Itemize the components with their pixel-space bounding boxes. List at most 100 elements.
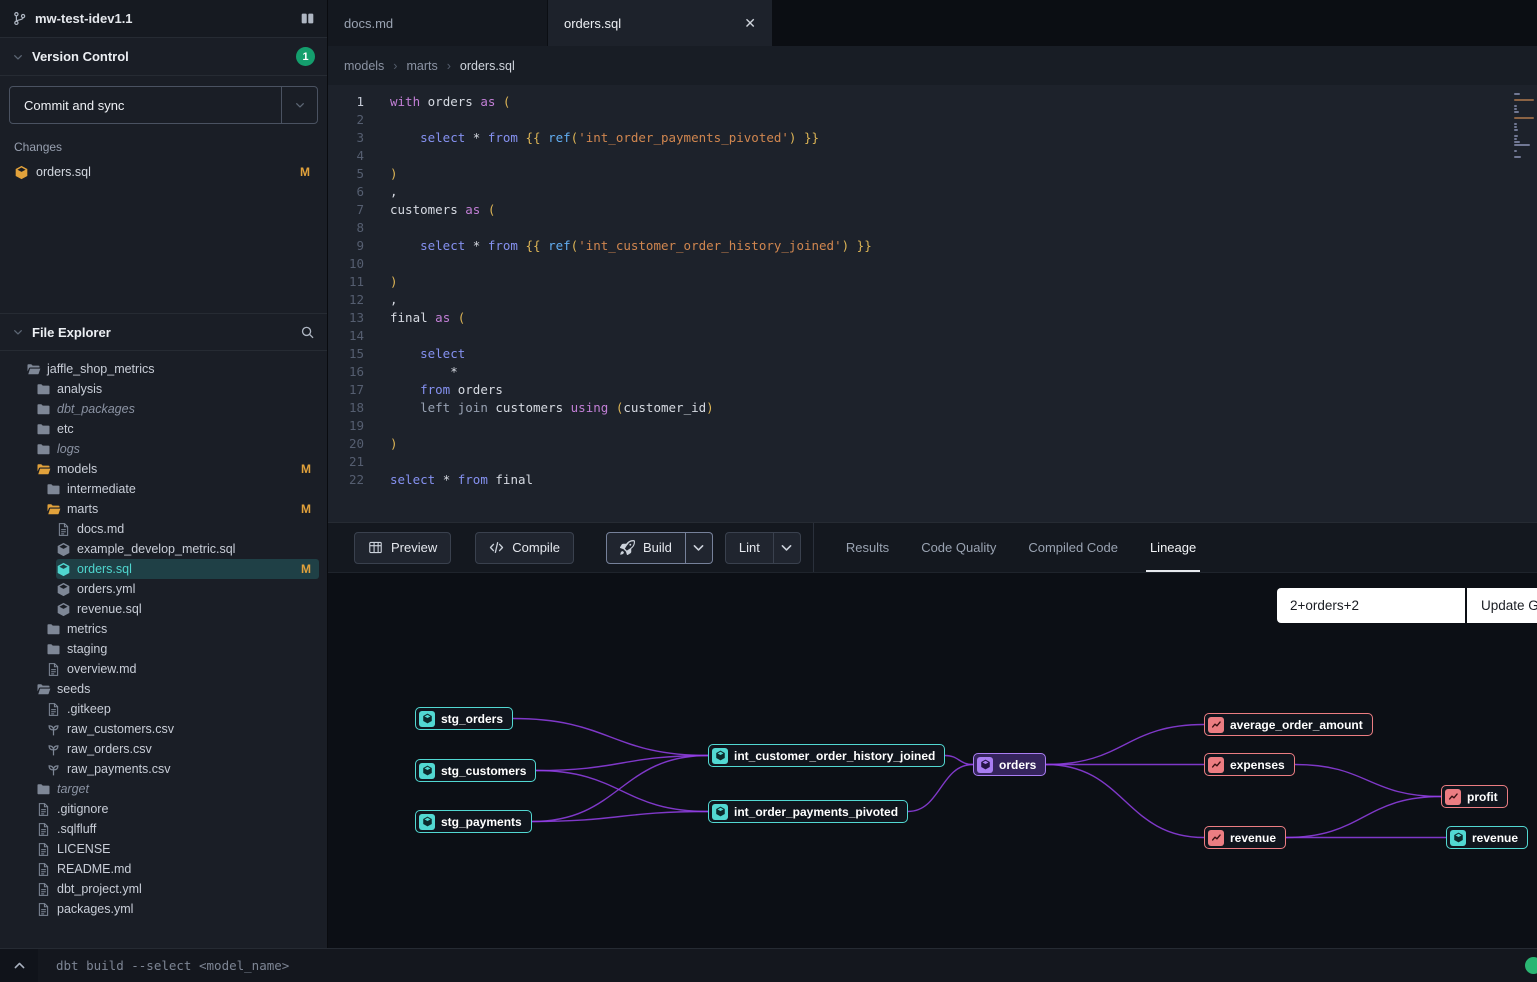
lineage-node-label: average_order_amount — [1230, 718, 1363, 732]
tree-item-logs[interactable]: logs — [36, 439, 319, 459]
minimap[interactable] — [1514, 93, 1534, 159]
code-line[interactable]: 10 — [328, 255, 1537, 273]
tree-item-overview.md[interactable]: overview.md — [46, 659, 319, 679]
command-input[interactable]: dbt build --select <model_name> — [38, 958, 1537, 973]
compile-button[interactable]: Compile — [475, 532, 574, 564]
tree-item-intermediate[interactable]: intermediate — [46, 479, 319, 499]
code-line[interactable]: 7customers as ( — [328, 201, 1537, 219]
changed-file-row[interactable]: orders.sql M — [8, 160, 318, 184]
close-icon[interactable]: ✕ — [744, 15, 756, 32]
tree-item-.gitkeep[interactable]: .gitkeep — [46, 699, 319, 719]
lineage-node-profit[interactable]: profit — [1441, 785, 1508, 808]
code-line[interactable]: 19 — [328, 417, 1537, 435]
code-line[interactable]: 14 — [328, 327, 1537, 345]
lineage-node-stg_payments[interactable]: stg_payments — [415, 810, 532, 833]
tree-item-dbt_packages[interactable]: dbt_packages — [36, 399, 319, 419]
lineage-node-revenue[interactable]: revenue — [1446, 826, 1528, 849]
code-line[interactable]: 22select * from final — [328, 471, 1537, 489]
tree-item-orders.sql[interactable]: orders.sqlM — [56, 559, 319, 579]
commit-sync-button[interactable]: Commit and sync — [9, 86, 318, 124]
lineage-edge — [1286, 797, 1441, 838]
file-explorer-title: File Explorer — [32, 325, 111, 340]
lineage-edge — [945, 756, 973, 765]
code-line[interactable]: 18 left join customers using (customer_i… — [328, 399, 1537, 417]
code-line[interactable]: 16 * — [328, 363, 1537, 381]
code-line[interactable]: 3 select * from {{ ref('int_order_paymen… — [328, 129, 1537, 147]
code-line[interactable]: 9 select * from {{ ref('int_customer_ord… — [328, 237, 1537, 255]
lineage-node-revenue[interactable]: revenue — [1204, 826, 1286, 849]
preview-button[interactable]: Preview — [354, 532, 451, 564]
tree-item-raw_customers.csv[interactable]: raw_customers.csv — [46, 719, 319, 739]
lineage-node-orders[interactable]: orders — [973, 753, 1046, 776]
tree-item-label: example_develop_metric.sql — [77, 542, 235, 556]
tree-item-packages.yml[interactable]: packages.yml — [36, 899, 319, 919]
tree-item-raw_orders.csv[interactable]: raw_orders.csv — [46, 739, 319, 759]
tree-item-LICENSE[interactable]: LICENSE — [36, 839, 319, 859]
layout-columns-icon[interactable] — [300, 11, 315, 26]
code-line[interactable]: 2 — [328, 111, 1537, 129]
lineage-node-stg_orders[interactable]: stg_orders — [415, 707, 513, 730]
code-line[interactable]: 17 from orders — [328, 381, 1537, 399]
tree-item-dbt_project.yml[interactable]: dbt_project.yml — [36, 879, 319, 899]
build-dropdown-button[interactable] — [686, 532, 713, 564]
code-line[interactable]: 5) — [328, 165, 1537, 183]
tree-item-revenue.sql[interactable]: revenue.sql — [56, 599, 319, 619]
tree-item-jaffle_shop_metrics[interactable]: jaffle_shop_metrics — [26, 359, 319, 379]
lineage-node-average_order_amount[interactable]: average_order_amount — [1204, 713, 1373, 736]
lineage-node-int_customer_order_history_joined[interactable]: int_customer_order_history_joined — [708, 744, 945, 767]
code-line[interactable]: 15 select — [328, 345, 1537, 363]
code-line[interactable]: 4 — [328, 147, 1537, 165]
code-editor[interactable]: 1with orders as (23 select * from {{ ref… — [328, 85, 1537, 522]
breadcrumb-item-models[interactable]: models — [344, 59, 384, 73]
tab-results[interactable]: Results — [830, 523, 905, 572]
tree-item-example_develop_metric.sql[interactable]: example_develop_metric.sql — [56, 539, 319, 559]
lineage-node-expenses[interactable]: expenses — [1204, 753, 1295, 776]
version-control-header[interactable]: Version Control 1 — [0, 38, 327, 76]
tree-item-seeds[interactable]: seeds — [36, 679, 319, 699]
update-graph-button[interactable]: Update G — [1467, 588, 1537, 623]
lint-dropdown-button[interactable] — [774, 532, 801, 564]
code-line[interactable]: 20) — [328, 435, 1537, 453]
code-line[interactable]: 11) — [328, 273, 1537, 291]
folder-icon — [36, 422, 51, 437]
code-line[interactable]: 1with orders as ( — [328, 93, 1537, 111]
tree-item-orders.yml[interactable]: orders.yml — [56, 579, 319, 599]
code-line[interactable]: 8 — [328, 219, 1537, 237]
code-line[interactable]: 12, — [328, 291, 1537, 309]
model-icon — [56, 562, 71, 577]
tree-item-README.md[interactable]: README.md — [36, 859, 319, 879]
tree-item-.gitignore[interactable]: .gitignore — [36, 799, 319, 819]
command-bar-toggle[interactable] — [0, 949, 38, 982]
code-line[interactable]: 6, — [328, 183, 1537, 201]
breadcrumb: models › marts › orders.sql — [328, 46, 1537, 85]
tree-item-analysis[interactable]: analysis — [36, 379, 319, 399]
tree-item-docs.md[interactable]: docs.md — [56, 519, 319, 539]
build-button[interactable]: Build — [606, 532, 686, 564]
tab-docs-md[interactable]: docs.md — [328, 0, 548, 46]
line-number: 19 — [328, 417, 364, 435]
code-line[interactable]: 21 — [328, 453, 1537, 471]
tab-orders-sql[interactable]: orders.sql ✕ — [548, 0, 773, 46]
lint-button[interactable]: Lint — [725, 532, 774, 564]
tree-item-staging[interactable]: staging — [46, 639, 319, 659]
lineage-edge — [513, 719, 708, 756]
tab-code-quality[interactable]: Code Quality — [905, 523, 1012, 572]
lineage-node-int_order_payments_pivoted[interactable]: int_order_payments_pivoted — [708, 800, 908, 823]
breadcrumb-item-orders-sql[interactable]: orders.sql — [460, 59, 515, 73]
tree-item-.sqlfluff[interactable]: .sqlfluff — [36, 819, 319, 839]
file-explorer-header[interactable]: File Explorer — [0, 313, 327, 351]
tree-item-metrics[interactable]: metrics — [46, 619, 319, 639]
tree-item-target[interactable]: target — [36, 779, 319, 799]
lineage-selector-input[interactable] — [1277, 588, 1465, 623]
tree-item-marts[interactable]: martsM — [46, 499, 319, 519]
tree-item-models[interactable]: modelsM — [36, 459, 319, 479]
code-line[interactable]: 13final as ( — [328, 309, 1537, 327]
search-icon[interactable] — [300, 325, 315, 340]
tab-lineage[interactable]: Lineage — [1134, 523, 1212, 572]
tree-item-raw_payments.csv[interactable]: raw_payments.csv — [46, 759, 319, 779]
tab-compiled-code[interactable]: Compiled Code — [1012, 523, 1134, 572]
lineage-node-stg_customers[interactable]: stg_customers — [415, 759, 536, 782]
breadcrumb-item-marts[interactable]: marts — [406, 59, 437, 73]
commit-dropdown-button[interactable] — [281, 87, 317, 123]
tree-item-etc[interactable]: etc — [36, 419, 319, 439]
